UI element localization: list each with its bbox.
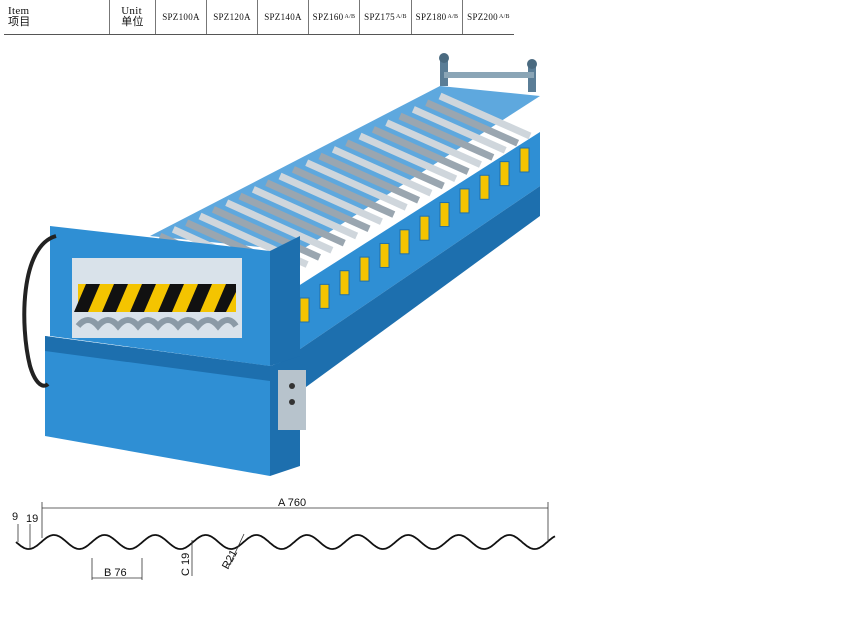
spec-table-header: Item 项目 Unit 单位 SPZ100A SPZ120A SPZ140A … <box>4 0 514 35</box>
panel-profile-drawing: A 760 9 19 B 76 C 19 R21 <box>12 497 556 580</box>
stand-window <box>299 297 310 323</box>
dim-height-label: 9 <box>12 511 18 523</box>
front-housing <box>45 226 306 476</box>
model-variant: A/B <box>395 14 407 20</box>
stand-window <box>399 229 410 255</box>
unit-label-cn: 单位 <box>121 16 144 28</box>
model-name: SPZ140A <box>264 12 302 22</box>
item-label-cn: 项目 <box>8 16 31 28</box>
model-col-spz160: SPZ160 A/B <box>309 0 360 34</box>
model-name: SPZ200 <box>467 12 498 22</box>
model-variant: A/B <box>447 14 459 20</box>
corrugated-profile-line <box>15 534 556 550</box>
entry-guide <box>439 53 537 92</box>
item-header: Item 项目 <box>4 0 110 34</box>
stand-window <box>499 161 510 187</box>
stand-window <box>339 270 350 296</box>
dim-pitch-label: 19 <box>26 513 38 525</box>
stand-window <box>319 283 330 309</box>
dim-c-label: C 19 <box>180 553 192 576</box>
stand-window <box>379 242 390 268</box>
stand-window <box>459 188 470 214</box>
stand-window <box>439 202 450 228</box>
dim-a-label: A 760 <box>278 497 306 509</box>
hazard-stripes <box>74 284 236 312</box>
stand-window <box>419 215 430 241</box>
model-variant: A/B <box>498 14 510 20</box>
stand-window <box>479 174 490 200</box>
model-col-spz180: SPZ180 A/B <box>412 0 463 34</box>
model-col-spz120a: SPZ120A <box>207 0 258 34</box>
model-name: SPZ180 <box>415 12 447 22</box>
model-name: SPZ175 <box>364 12 395 22</box>
model-name: SPZ120A <box>213 12 251 22</box>
model-col-spz200: SPZ200 A/B <box>463 0 514 34</box>
dim-r-label: R21 <box>220 548 240 571</box>
model-name: SPZ160 <box>312 12 344 22</box>
dim-b-label: B 76 <box>104 567 127 579</box>
model-col-spz140a: SPZ140A <box>258 0 309 34</box>
model-name: SPZ100A <box>162 12 200 22</box>
stand-window <box>519 147 530 173</box>
model-col-spz175: SPZ175 A/B <box>360 0 412 34</box>
unit-header: Unit 单位 <box>110 0 156 34</box>
model-variant: A/B <box>344 14 356 20</box>
roll-forming-machine-image <box>22 53 540 476</box>
stand-window <box>359 256 370 282</box>
model-col-spz100a: SPZ100A <box>156 0 207 34</box>
